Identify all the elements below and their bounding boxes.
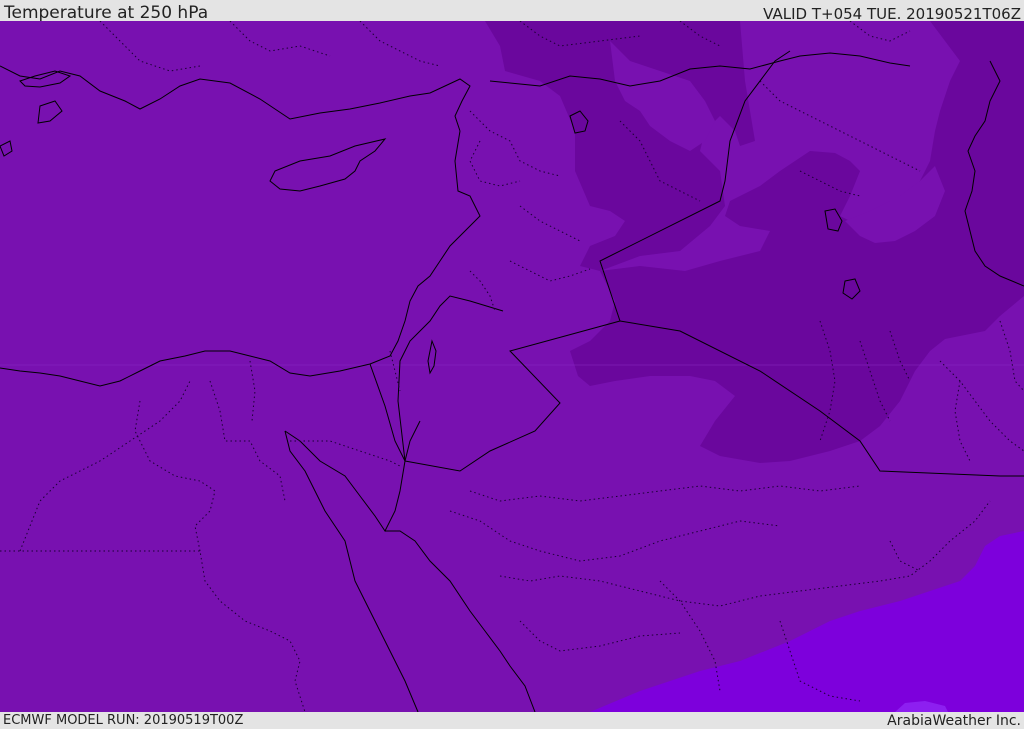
header-bar: Temperature at 250 hPa VALID T+054 TUE. … [0, 0, 1024, 23]
model-run-label: ECMWF MODEL RUN: 20190519T00Z [3, 713, 244, 728]
credit-label: ArabiaWeather Inc. [887, 713, 1021, 729]
map-canvas [0, 21, 1024, 712]
temperature-map [0, 21, 1024, 712]
map-product-frame: Temperature at 250 hPa VALID T+054 TUE. … [0, 0, 1024, 729]
footer-bar: ECMWF MODEL RUN: 20190519T00Z ArabiaWeat… [0, 712, 1024, 729]
map-title: Temperature at 250 hPa [4, 3, 209, 23]
